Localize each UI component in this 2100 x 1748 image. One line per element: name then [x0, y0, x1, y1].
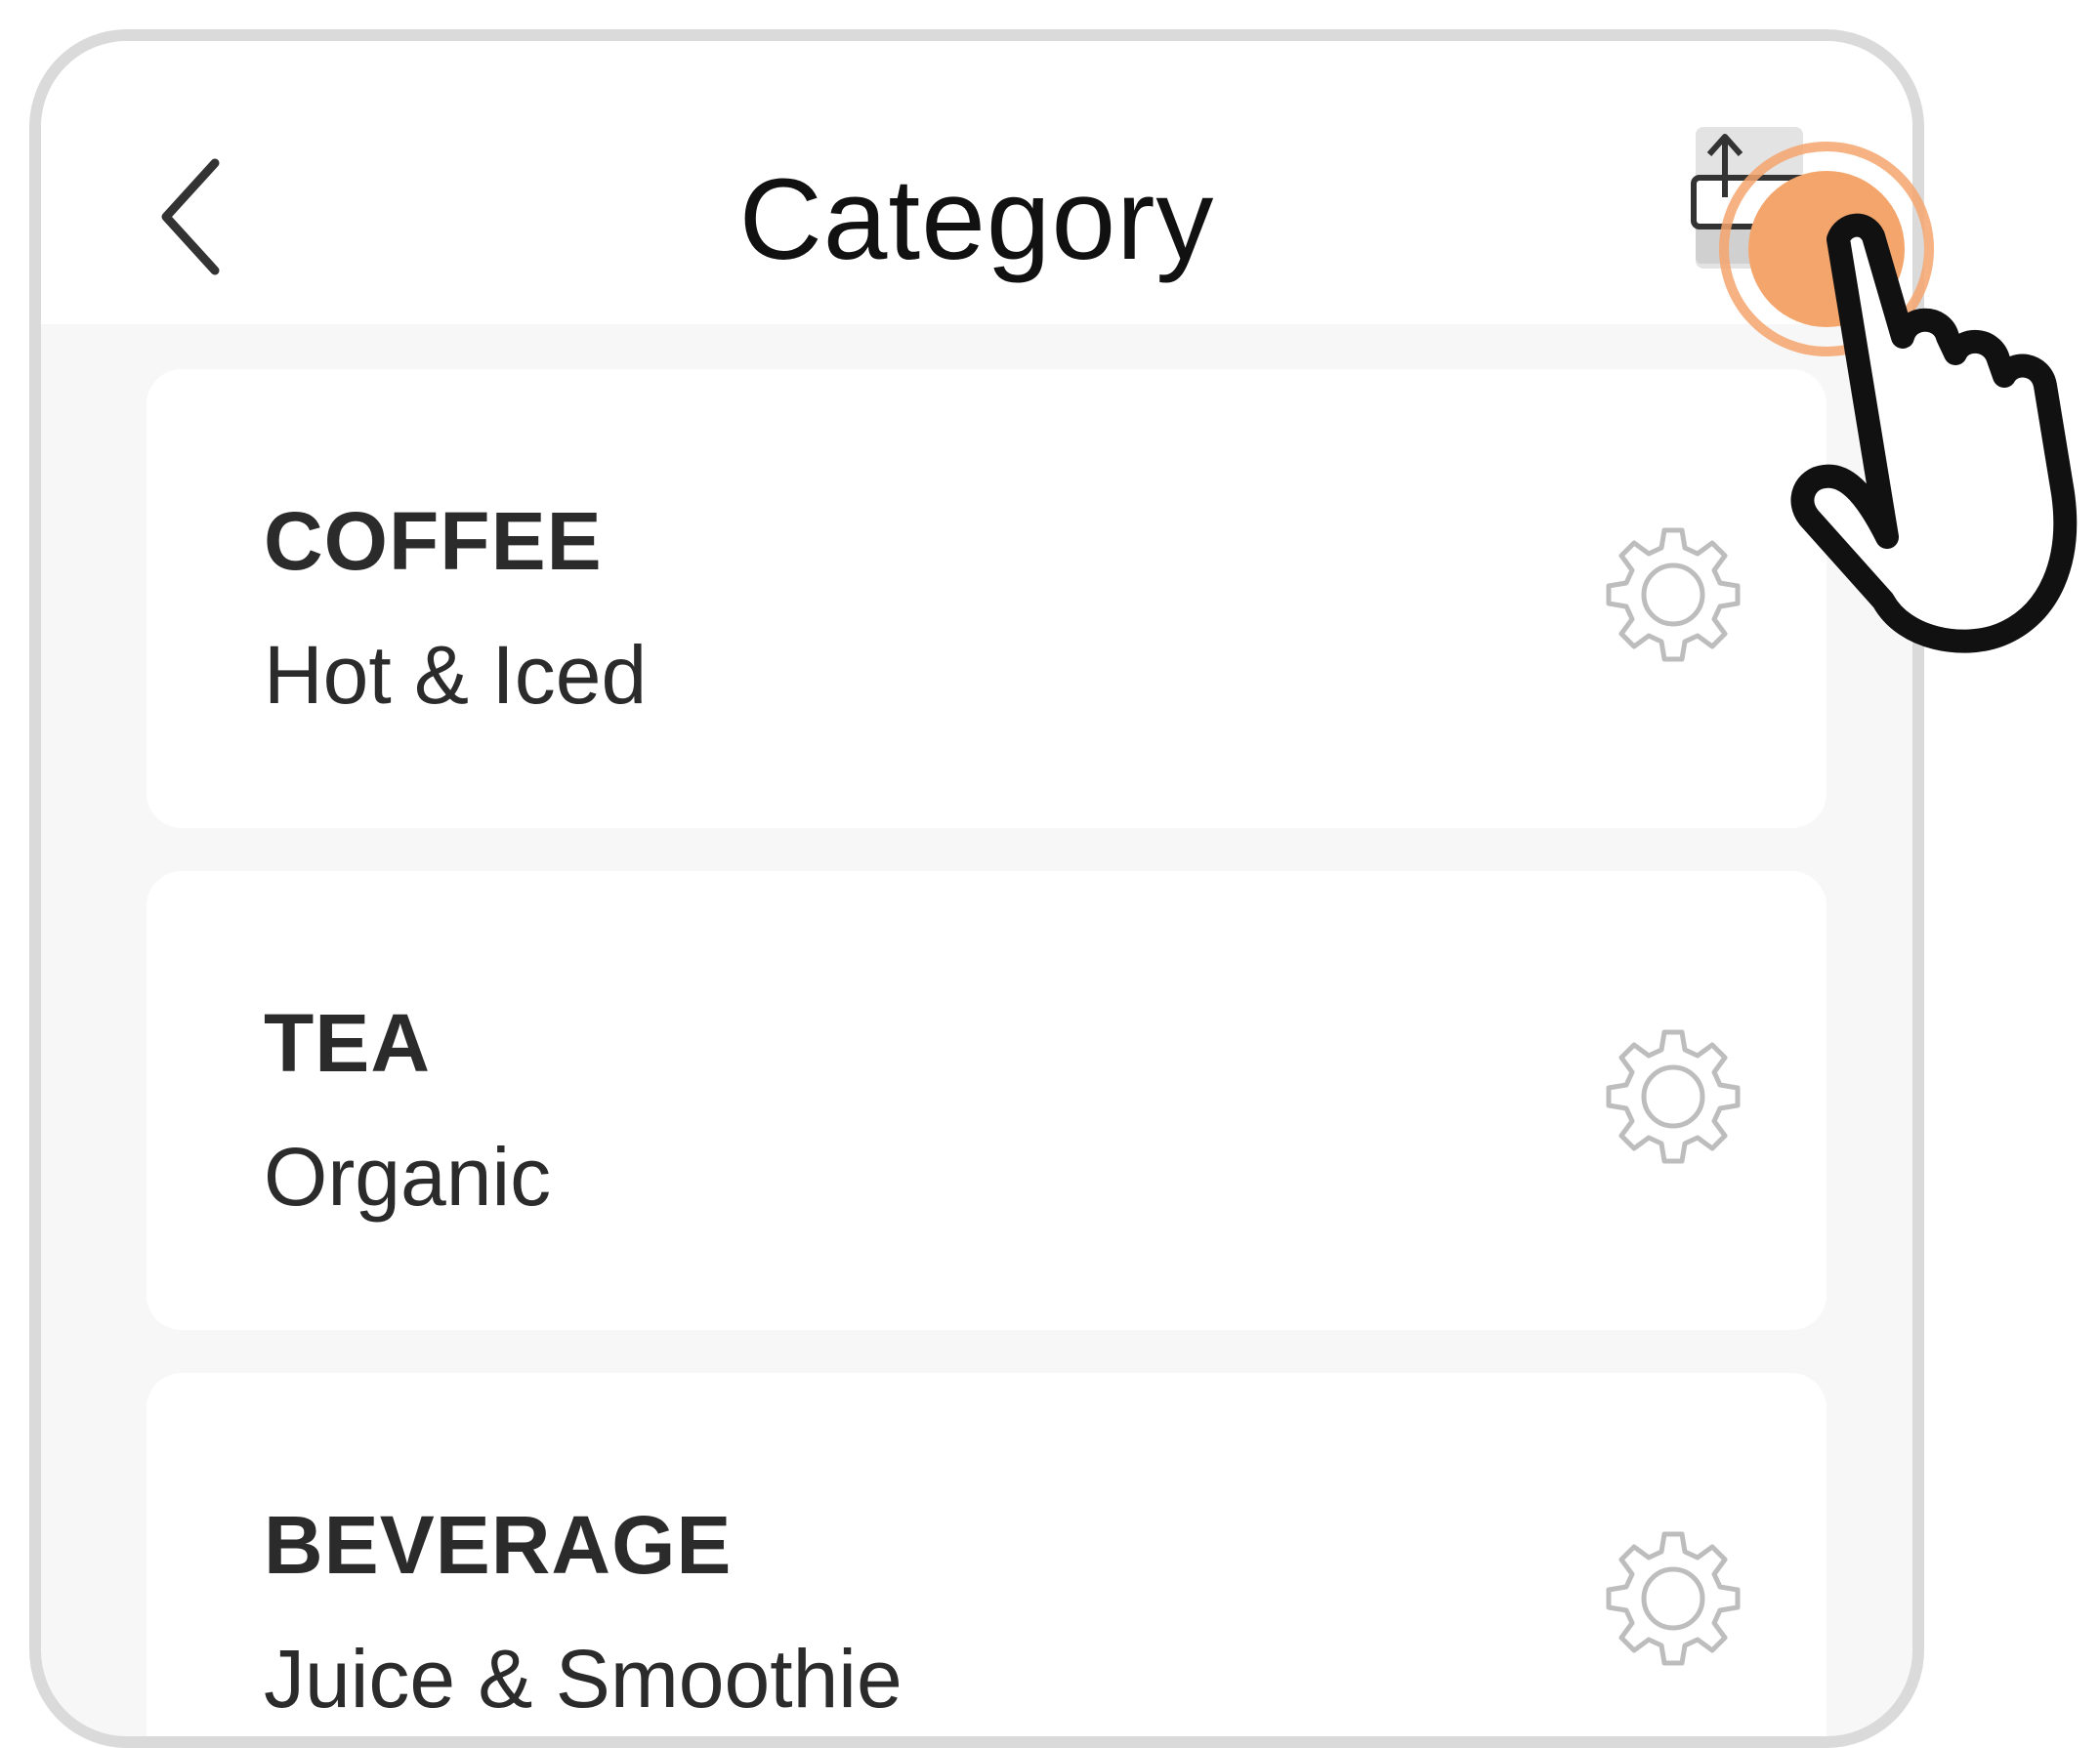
category-settings-button[interactable] — [1600, 1524, 1746, 1671]
category-card[interactable]: COFFEE Hot & Iced — [147, 369, 1827, 828]
category-description: Organic — [264, 1131, 552, 1223]
category-description: Juice & Smoothie — [264, 1633, 903, 1725]
category-name: COFFEE — [264, 495, 603, 587]
category-settings-button[interactable] — [1600, 520, 1746, 667]
header-bar: Category — [41, 41, 1912, 324]
category-name: BEVERAGE — [264, 1499, 733, 1591]
category-card[interactable]: TEA Organic — [147, 871, 1827, 1330]
page-title: Category — [738, 155, 1215, 284]
phone-frame: Category COFFEE Hot & Iced TEA Organic B… — [29, 29, 1924, 1748]
gear-icon — [1606, 527, 1741, 662]
category-card[interactable]: BEVERAGE Juice & Smoothie — [147, 1373, 1827, 1736]
reorder-button[interactable] — [1686, 119, 1832, 275]
reorder-arrows-icon — [1691, 127, 1822, 271]
gear-icon — [1606, 1531, 1741, 1666]
category-settings-button[interactable] — [1600, 1022, 1746, 1169]
category-description: Hot & Iced — [264, 629, 648, 721]
gear-icon — [1606, 1029, 1741, 1164]
category-name: TEA — [264, 997, 431, 1089]
